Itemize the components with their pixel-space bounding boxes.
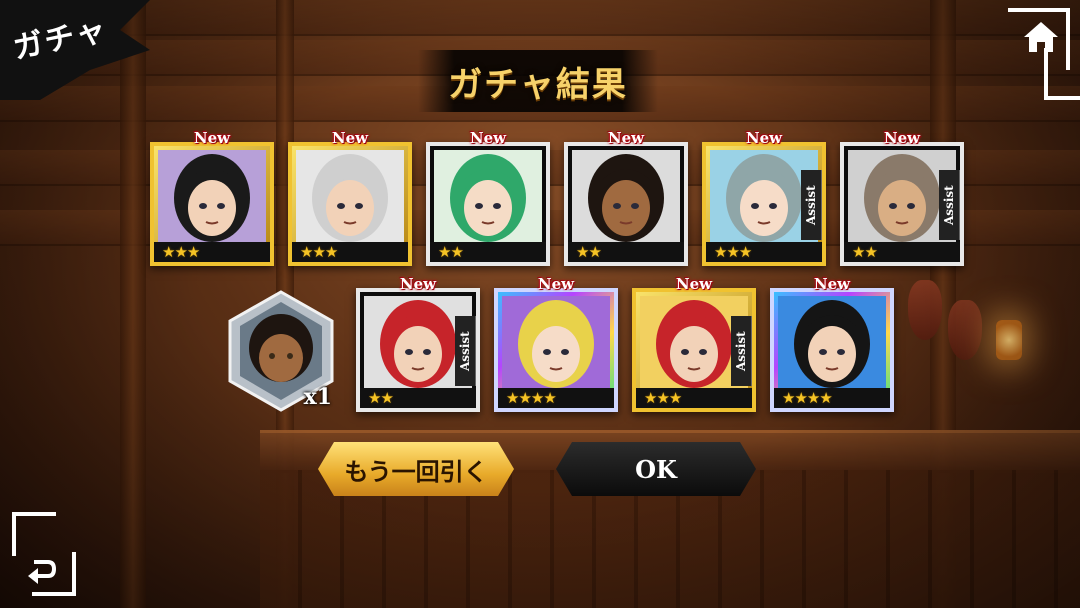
rarity-bar: ★★: [844, 242, 960, 262]
rarity-stars: ★★★★: [506, 389, 557, 407]
rarity-stars: ★★★: [300, 243, 338, 261]
character-portrait: [158, 150, 266, 242]
character-portrait: [778, 296, 886, 388]
rarity-bar: ★★: [360, 388, 476, 408]
rarity-stars: ★★★★: [782, 389, 833, 407]
home-icon: [1024, 22, 1058, 52]
ok-button[interactable]: OK: [556, 442, 756, 496]
assist-tag: Assist: [939, 170, 960, 240]
character-card[interactable]: New ★★★★: [770, 275, 894, 412]
back-button[interactable]: [12, 512, 76, 596]
new-badge: New: [537, 275, 575, 293]
rarity-stars: ★★: [438, 243, 464, 261]
character-card[interactable]: New ★★★: [288, 129, 412, 266]
new-badge: New: [883, 129, 921, 147]
rarity-stars: ★★★: [714, 243, 752, 261]
page-title: ガチャ結果: [418, 50, 658, 112]
rarity-stars: ★★: [852, 243, 878, 261]
character-card[interactable]: New ★★ Assist: [356, 275, 480, 412]
new-badge: New: [745, 129, 783, 147]
character-portrait: [434, 150, 542, 242]
character-card[interactable]: New ★★: [426, 129, 550, 266]
rarity-stars: ★★★: [644, 389, 682, 407]
character-card[interactable]: New ★★: [564, 129, 688, 266]
home-button-frame: [1044, 48, 1080, 100]
character-card[interactable]: New ★★ Assist: [840, 129, 964, 266]
draw-again-label: もう一回引く: [344, 457, 488, 486]
character-card[interactable]: New ★★★★: [494, 275, 618, 412]
rarity-bar: ★★: [430, 242, 546, 262]
new-badge: New: [193, 129, 231, 147]
rarity-bar: ★★★★: [498, 388, 614, 408]
rarity-bar: ★★★: [154, 242, 270, 262]
rarity-bar: ★★: [568, 242, 684, 262]
back-button-frame: [12, 512, 56, 556]
new-badge: New: [607, 129, 645, 147]
new-badge: New: [675, 275, 713, 293]
assist-tag: Assist: [731, 316, 752, 386]
ok-label: OK: [635, 454, 677, 484]
assist-tag: Assist: [455, 316, 476, 386]
new-badge: New: [399, 275, 437, 293]
draw-again-button[interactable]: もう一回引く: [318, 442, 514, 496]
rarity-bar: ★★★: [292, 242, 408, 262]
new-badge: New: [813, 275, 851, 293]
rarity-stars: ★★: [576, 243, 602, 261]
character-portrait: [572, 150, 680, 242]
rarity-bar: ★★★: [636, 388, 752, 408]
back-arrow-icon: [28, 560, 57, 584]
rarity-bar: ★★★★: [774, 388, 890, 408]
rarity-bar: ★★★: [706, 242, 822, 262]
page-title-text: ガチャ結果: [448, 64, 628, 105]
character-portrait: [502, 296, 610, 388]
duplicate-count: x1: [303, 384, 332, 410]
character-card[interactable]: New ★★★ Assist: [632, 275, 756, 412]
home-button[interactable]: [1008, 8, 1080, 100]
duplicate-character-card[interactable]: x1: [226, 290, 336, 412]
new-badge: New: [331, 129, 369, 147]
rarity-stars: ★★: [368, 389, 394, 407]
character-portrait: [296, 150, 404, 242]
new-badge: New: [469, 129, 507, 147]
rarity-stars: ★★★: [162, 243, 200, 261]
assist-tag: Assist: [801, 170, 822, 240]
corner-title-text: ガチャ: [10, 12, 112, 67]
character-card[interactable]: New ★★★ Assist: [702, 129, 826, 266]
character-card[interactable]: New ★★★: [150, 129, 274, 266]
